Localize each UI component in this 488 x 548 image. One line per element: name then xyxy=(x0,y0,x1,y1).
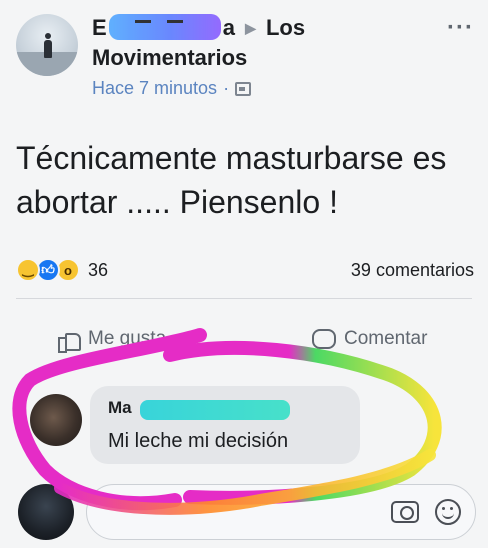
comment-bubble-icon xyxy=(312,329,336,349)
viewer-avatar xyxy=(18,484,74,540)
haha-icon: ‿ xyxy=(16,258,40,282)
shared-to-arrow-icon: ▶ xyxy=(245,20,256,36)
emoji-icon[interactable] xyxy=(435,499,461,525)
group-name[interactable]: Los xyxy=(266,15,305,40)
author-name-start[interactable]: E xyxy=(92,14,107,41)
group-name-line2[interactable]: Movimentarios xyxy=(92,44,247,71)
reactions-summary[interactable]: ‿ 👍︎ o 36 xyxy=(16,258,108,282)
thumbs-up-icon xyxy=(58,329,81,353)
post-header-line: Ea ▶ Los xyxy=(92,14,305,42)
commenter-name[interactable]: Ma xyxy=(108,398,132,418)
reaction-count: 36 xyxy=(88,259,109,280)
commenter-avatar[interactable] xyxy=(30,394,82,446)
comments-count[interactable]: 39 comentarios xyxy=(351,260,474,281)
author-avatar[interactable] xyxy=(16,14,78,76)
more-options-icon[interactable]: ··· xyxy=(447,14,474,42)
comment-input[interactable] xyxy=(86,484,476,540)
commenter-name-redaction xyxy=(140,400,290,420)
comment-bubble: Ma Mi leche mi decisión xyxy=(90,386,360,464)
like-button[interactable]: Me gusta xyxy=(58,328,167,353)
post-timestamp[interactable]: Hace 7 minutos xyxy=(92,78,217,99)
post-meta: Hace 7 minutos · xyxy=(92,78,252,99)
comment-button-label: Comentar xyxy=(344,328,428,349)
facebook-post-card: Ea ▶ Los Movimentarios Hace 7 minutos · … xyxy=(0,0,488,548)
post-text: Técnicamente masturbarse es abortar ....… xyxy=(16,140,447,220)
comment-text: Mi leche mi decisión xyxy=(108,430,289,452)
camera-icon[interactable] xyxy=(391,501,419,523)
author-name-end[interactable]: a xyxy=(223,15,235,40)
avatar-person-silhouette xyxy=(44,33,52,58)
meta-separator: · xyxy=(223,78,230,98)
author-name-redaction xyxy=(108,14,221,40)
actions-divider xyxy=(16,298,472,299)
like-button-label: Me gusta xyxy=(88,328,167,349)
comment-button[interactable]: Comentar xyxy=(312,328,427,350)
audience-icon[interactable] xyxy=(235,81,252,96)
